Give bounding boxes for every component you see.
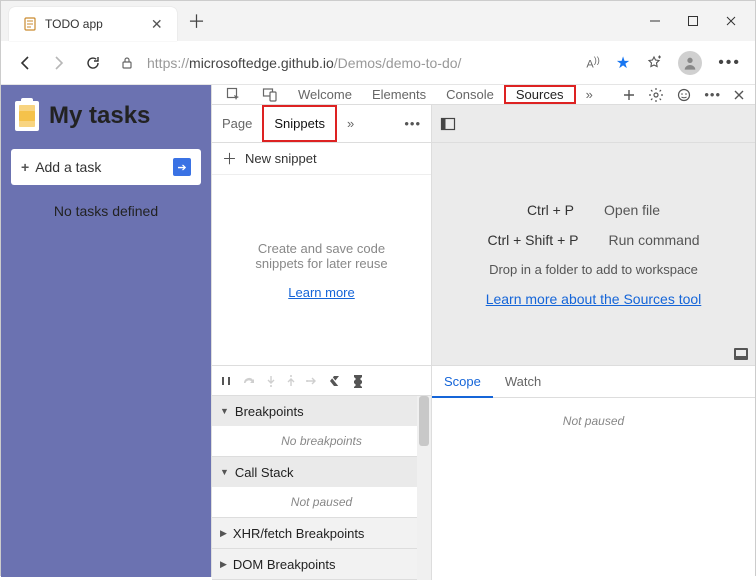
step-icon[interactable] — [306, 376, 318, 386]
devtools-panel: Welcome Elements Console Sources » ••• P… — [211, 85, 755, 577]
tab-console[interactable]: Console — [436, 85, 504, 104]
navigator-tabs: Page Snippets » ••• — [212, 105, 431, 143]
minimize-icon[interactable] — [649, 15, 661, 27]
todo-app-page: My tasks + Add a task ➔ No tasks defined — [1, 85, 211, 577]
clipboard-icon — [15, 101, 39, 131]
submit-task-icon[interactable]: ➔ — [173, 158, 191, 176]
window-titlebar: TODO app ✕ ＋ — [1, 1, 755, 41]
add-task-label: Add a task — [35, 159, 101, 175]
url-host: microsoftedge.github.io — [189, 55, 334, 71]
scope-not-paused: Not paused — [432, 398, 755, 444]
tab-elements[interactable]: Elements — [362, 85, 436, 104]
nav-menu-icon[interactable]: ••• — [394, 116, 431, 131]
lock-icon[interactable] — [117, 53, 137, 73]
tab-title: TODO app — [45, 17, 103, 31]
address-bar: https://microsoftedge.github.io/Demos/de… — [1, 41, 755, 85]
page-fav-icon — [23, 17, 37, 31]
new-tab-button[interactable]: ＋ — [187, 11, 207, 31]
deactivate-breakpoints-icon[interactable] — [328, 374, 342, 388]
step-into-icon[interactable] — [266, 375, 276, 387]
add-task-input[interactable]: + Add a task ➔ — [11, 149, 201, 185]
url-path: /Demos/demo-to-do/ — [334, 55, 462, 71]
url-protocol: https:// — [147, 55, 189, 71]
xhr-breakpoints-header[interactable]: ▶XHR/fetch Breakpoints — [212, 518, 431, 548]
toggle-navigator-icon[interactable] — [440, 116, 456, 132]
window-controls — [649, 15, 755, 27]
forward-icon — [49, 53, 69, 73]
tab-welcome[interactable]: Welcome — [288, 85, 362, 104]
snippets-learn-more-link[interactable]: Learn more — [288, 285, 354, 300]
favorite-star-icon[interactable]: ★ — [616, 53, 630, 73]
devtools-close-icon[interactable] — [733, 89, 745, 101]
step-out-icon[interactable] — [286, 375, 296, 387]
breakpoints-section-header[interactable]: ▼Breakpoints — [212, 396, 431, 426]
plus-icon: ＋ — [222, 148, 237, 169]
show-drawer-icon[interactable] — [733, 347, 749, 361]
debugger-toolbar — [212, 366, 431, 396]
back-icon[interactable] — [15, 53, 35, 73]
maximize-icon[interactable] — [687, 15, 699, 27]
nav-more-tabs-icon[interactable]: » — [337, 105, 364, 142]
new-snippet-button[interactable]: ＋ New snippet — [212, 143, 431, 175]
step-over-icon[interactable] — [242, 375, 256, 387]
open-file-label: Open file — [604, 202, 660, 218]
scope-tabs: Scope Watch — [432, 366, 755, 398]
open-file-shortcut: Ctrl + P — [527, 202, 574, 218]
page-heading: My tasks — [15, 101, 199, 131]
inspect-icon[interactable] — [216, 85, 252, 104]
collections-icon[interactable] — [646, 55, 662, 71]
browser-tab[interactable]: TODO app ✕ — [9, 7, 177, 41]
no-breakpoints-label: No breakpoints — [212, 426, 431, 456]
tab-watch[interactable]: Watch — [493, 366, 553, 397]
sources-navigator: Page Snippets » ••• ＋ New snippet Create… — [212, 105, 432, 365]
sources-editor: Ctrl + P Open file Ctrl + Shift + P Run … — [432, 105, 755, 365]
callstack-not-paused: Not paused — [212, 487, 431, 517]
debugger-scrollbar[interactable] — [417, 396, 431, 580]
devtools-menu-icon[interactable]: ••• — [704, 87, 721, 102]
empty-tasks-label: No tasks defined — [9, 203, 203, 219]
tab-scope[interactable]: Scope — [432, 367, 493, 398]
addressbar-actions: A)) ★ ••• — [586, 51, 741, 75]
tab-sources[interactable]: Sources — [504, 85, 576, 104]
pause-icon[interactable] — [220, 375, 232, 387]
snippets-empty-state: Create and save code snippets for later … — [212, 175, 431, 365]
tab-close-icon[interactable]: ✕ — [151, 16, 163, 33]
nav-tab-snippets[interactable]: Snippets — [262, 105, 337, 142]
drop-folder-hint: Drop in a folder to add to workspace — [489, 262, 698, 277]
scope-pane: Scope Watch Not paused — [432, 366, 755, 580]
profile-avatar-icon[interactable] — [678, 51, 702, 75]
callstack-section-header[interactable]: ▼Call Stack — [212, 457, 431, 487]
close-window-icon[interactable] — [725, 15, 737, 27]
feedback-icon[interactable] — [676, 87, 692, 103]
nav-tab-page[interactable]: Page — [212, 105, 262, 142]
read-aloud-icon[interactable]: A)) — [586, 55, 599, 71]
device-toggle-icon[interactable] — [252, 85, 288, 104]
run-command-shortcut: Ctrl + Shift + P — [487, 232, 578, 248]
heading-text: My tasks — [49, 102, 150, 130]
url-field[interactable]: https://microsoftedge.github.io/Demos/de… — [117, 53, 572, 73]
sources-learn-more-link[interactable]: Learn more about the Sources tool — [486, 291, 702, 307]
new-snippet-label: New snippet — [245, 151, 317, 166]
run-command-label: Run command — [609, 232, 700, 248]
pause-on-exceptions-icon[interactable] — [352, 374, 364, 388]
menu-dots-icon[interactable]: ••• — [718, 54, 741, 72]
debugger-pane: ▼Breakpoints No breakpoints ▼Call Stack … — [212, 366, 432, 580]
snippets-empty-text: Create and save code snippets for later … — [232, 241, 411, 271]
more-tabs-icon[interactable]: » — [576, 85, 603, 104]
new-panel-icon[interactable] — [622, 88, 636, 102]
plus-icon: + — [21, 159, 29, 175]
devtools-tabstrip: Welcome Elements Console Sources » ••• — [212, 85, 755, 105]
settings-gear-icon[interactable] — [648, 87, 664, 103]
dom-breakpoints-header[interactable]: ▶DOM Breakpoints — [212, 549, 431, 579]
refresh-icon[interactable] — [83, 53, 103, 73]
main-area: My tasks + Add a task ➔ No tasks defined… — [1, 85, 755, 577]
